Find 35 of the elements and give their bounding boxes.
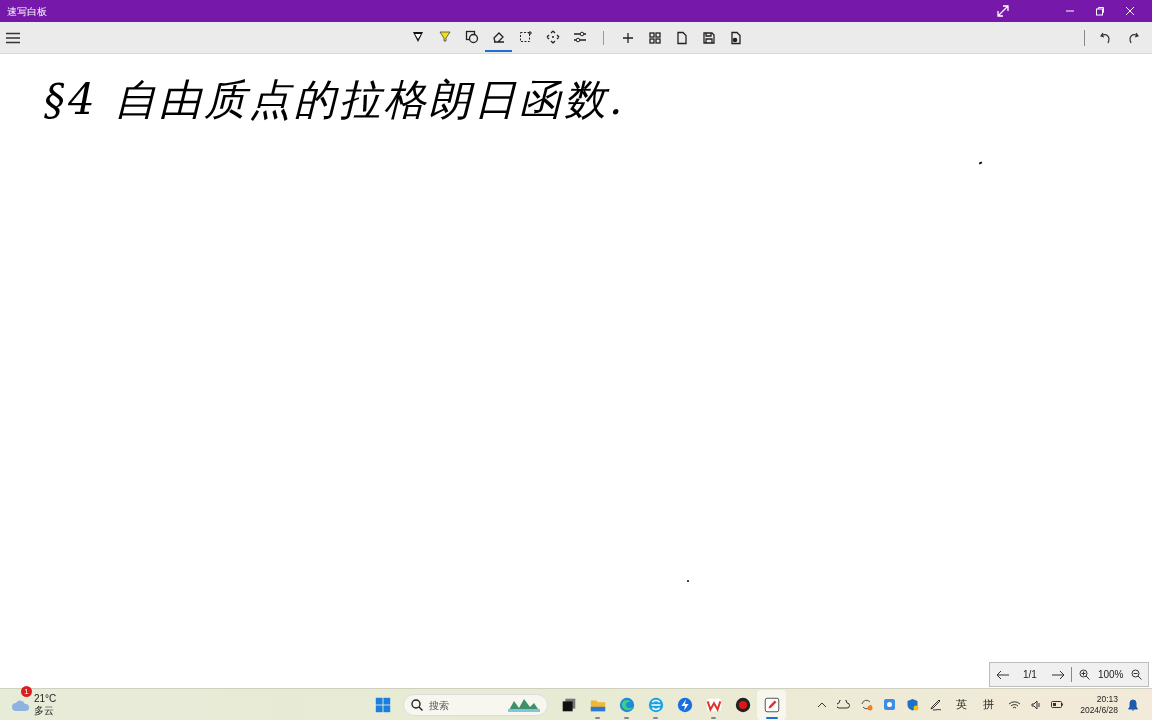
restore-icon[interactable] (1095, 6, 1105, 16)
shield-icon[interactable] (906, 698, 920, 711)
landscape-icon (508, 698, 540, 712)
search-field[interactable]: 搜索 (403, 694, 548, 716)
zoom-out-icon[interactable] (1131, 669, 1143, 680)
wifi-icon[interactable] (1008, 699, 1022, 710)
redo-icon[interactable] (1126, 30, 1140, 45)
chevron-up-icon[interactable] (817, 700, 828, 709)
handwritten-text: §4 自由质点的拉格朗日函数. (44, 74, 626, 126)
sync-icon[interactable] (860, 698, 874, 711)
notification-badge: 1 (21, 685, 32, 697)
next-page-icon[interactable] (1050, 669, 1065, 680)
zoom-level: 100% (1097, 668, 1124, 682)
search-icon (411, 699, 423, 711)
whiteboard-pen-icon[interactable] (757, 690, 786, 720)
zoom-in-icon[interactable] (1078, 669, 1090, 680)
speaker-icon[interactable] (1031, 699, 1042, 710)
fullscreen-icon[interactable] (997, 5, 1009, 17)
weather-condition: 多云 (34, 704, 55, 717)
pen-icon[interactable] (929, 698, 943, 711)
input-method-indicator[interactable]: 英 (956, 696, 968, 713)
search-placeholder: 搜索 (429, 698, 449, 713)
undo-icon[interactable] (1099, 30, 1113, 45)
bell-icon[interactable] (1128, 698, 1138, 711)
window-title: 速写白板 (7, 4, 47, 19)
previous-page-icon[interactable] (996, 669, 1010, 680)
close-icon[interactable] (1125, 6, 1135, 16)
temperature: 21°C (34, 692, 57, 705)
clock-time[interactable]: 20:13 (1096, 693, 1118, 705)
battery-icon[interactable] (1051, 700, 1065, 709)
input-method-indicator[interactable]: 拼 (983, 696, 995, 713)
cloud-icon[interactable] (837, 700, 851, 709)
page-indicator: 1/1 (1023, 668, 1037, 682)
screen-capture-icon[interactable] (883, 698, 897, 711)
clock-date[interactable]: 2024/6/28 (1080, 704, 1118, 716)
